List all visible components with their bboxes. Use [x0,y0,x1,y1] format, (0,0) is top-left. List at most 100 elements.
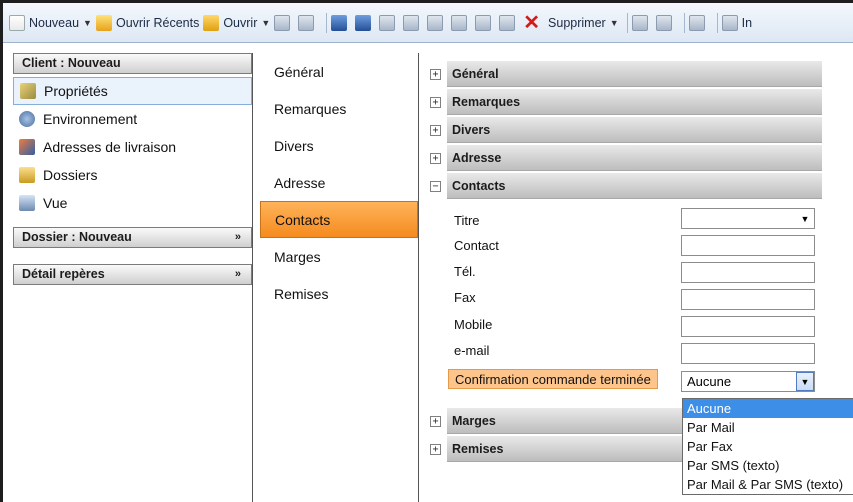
nav-item-label: Adresses de livraison [43,139,177,155]
nav-item-vue[interactable]: Vue [13,189,252,217]
open-button[interactable]: Ouvrir ▼ [203,12,270,34]
toolbar-separator [626,12,628,33]
folders-icon [19,167,35,183]
expand-icon[interactable]: + [430,443,441,455]
expand-icon[interactable]: + [430,68,441,80]
dossier-group-title: Dossier : Nouveau [22,230,132,244]
expand-icon[interactable]: + [430,124,441,136]
report-icon [499,14,516,31]
export-button[interactable] [475,12,495,34]
nav-item-label: Propriétés [44,83,108,99]
category-marges[interactable]: Marges [260,238,418,275]
application-window: Nouveau ▼ Ouvrir Récents Ouvrir ▼ ✕ Supp… [0,0,853,502]
dropdown-option[interactable]: Par Mail [683,418,853,437]
category-remarques[interactable]: Remarques [260,90,418,127]
detail-group-header[interactable]: Détail repères » [13,264,252,285]
section-title: Divers [447,117,822,143]
section-remarques[interactable]: + Remarques [428,89,822,115]
expand-icon[interactable]: + [430,152,441,164]
overflow-button[interactable]: In [721,12,752,34]
chevron-down-icon[interactable]: ▼ [610,18,619,28]
category-adresse[interactable]: Adresse [260,164,418,201]
preview-icon [379,14,396,31]
dropdown-option[interactable]: Par Fax [683,437,853,456]
contact-field[interactable] [681,235,815,256]
section-title: Contacts [447,173,822,199]
confirmation-label: Confirmation commande terminée [448,369,658,389]
open-recent-button[interactable]: Ouvrir Récents [95,12,199,34]
section-divers[interactable]: + Divers [428,117,822,143]
client-group-header[interactable]: Client : Nouveau [13,53,252,74]
category-label: Contacts [275,211,331,228]
properties-icon [274,14,291,31]
section-title: Général [447,61,822,87]
expand-chevron-icon[interactable]: » [235,228,241,247]
section-adresse[interactable]: + Adresse [428,145,822,171]
category-contacts[interactable]: Contacts [260,201,418,238]
copy-icon [403,14,420,31]
expand-icon[interactable]: + [430,96,441,108]
category-general[interactable]: Général [260,53,418,90]
fax-label: Fax [454,290,476,305]
titre-label: Titre [454,213,480,228]
chevron-down-icon[interactable]: ▼ [796,209,814,228]
expand-chevron-icon[interactable]: » [235,265,241,284]
toolbar-separator [326,12,328,33]
table-icon [655,14,672,31]
chevron-down-icon[interactable]: ▼ [261,18,270,28]
tools-button[interactable] [451,12,471,34]
confirmation-combobox[interactable]: Aucune ▼ [681,371,815,392]
dropdown-option[interactable]: Par SMS (texto) [683,456,853,475]
properties-icon [20,83,36,99]
category-remises[interactable]: Remises [260,275,418,312]
dropdown-option[interactable]: Aucune [683,399,853,418]
nav-item-environnement[interactable]: Environnement [13,105,252,133]
section-general[interactable]: + Général [428,61,822,87]
dropdown-option[interactable]: Par Mail & Par SMS (texto) [683,475,853,494]
nav-item-dossiers[interactable]: Dossiers [13,161,252,189]
copy-button[interactable] [403,12,423,34]
delete-button[interactable]: ✕ Supprimer ▼ [523,12,618,34]
mobile-label: Mobile [454,317,493,332]
print-button[interactable] [688,12,709,34]
contact-label: Contact [454,238,499,253]
save-icon [331,14,348,31]
new-button[interactable]: Nouveau ▼ [9,12,92,34]
print-preview-button[interactable] [379,12,399,34]
save-button[interactable] [331,12,351,34]
new-button-label: Nouveau [29,15,80,30]
collapse-icon[interactable]: − [430,180,441,192]
list-button[interactable] [427,12,447,34]
email-field[interactable] [681,343,815,364]
fax-field[interactable] [681,289,815,310]
tel-label: Tél. [454,264,476,279]
section-contacts[interactable]: − Contacts [428,173,822,199]
toolbar-separator [716,12,718,33]
email-label: e-mail [454,343,490,358]
report-button[interactable] [499,12,519,34]
chevron-down-icon[interactable]: ▼ [83,18,92,28]
category-divers[interactable]: Divers [260,127,418,164]
category-label: Divers [274,137,314,154]
titre-combobox[interactable]: ▼ [681,208,815,229]
delete-icon: ✕ [523,11,541,34]
dossier-group-header[interactable]: Dossier : Nouveau » [13,227,252,248]
tools-icon [451,14,468,31]
save-all-icon [355,14,372,31]
environment-icon [19,111,35,127]
chevron-down-icon[interactable]: ▼ [796,372,814,391]
grid-button[interactable] [631,12,652,34]
mobile-field[interactable] [681,316,815,337]
nav-item-proprietes[interactable]: Propriétés [13,77,252,105]
nav-item-adresses-livraison[interactable]: Adresses de livraison [13,133,252,161]
refresh-button[interactable] [298,12,318,34]
toolbar-separator [683,12,685,33]
category-label: Remarques [274,100,347,117]
tel-field[interactable] [681,262,815,283]
category-label: Marges [274,248,321,265]
properties-toolbar-button[interactable] [274,12,294,34]
expand-icon[interactable]: + [430,415,441,427]
nav-item-label: Environnement [43,111,138,127]
table-button[interactable] [655,12,676,34]
save-all-button[interactable] [355,12,375,34]
